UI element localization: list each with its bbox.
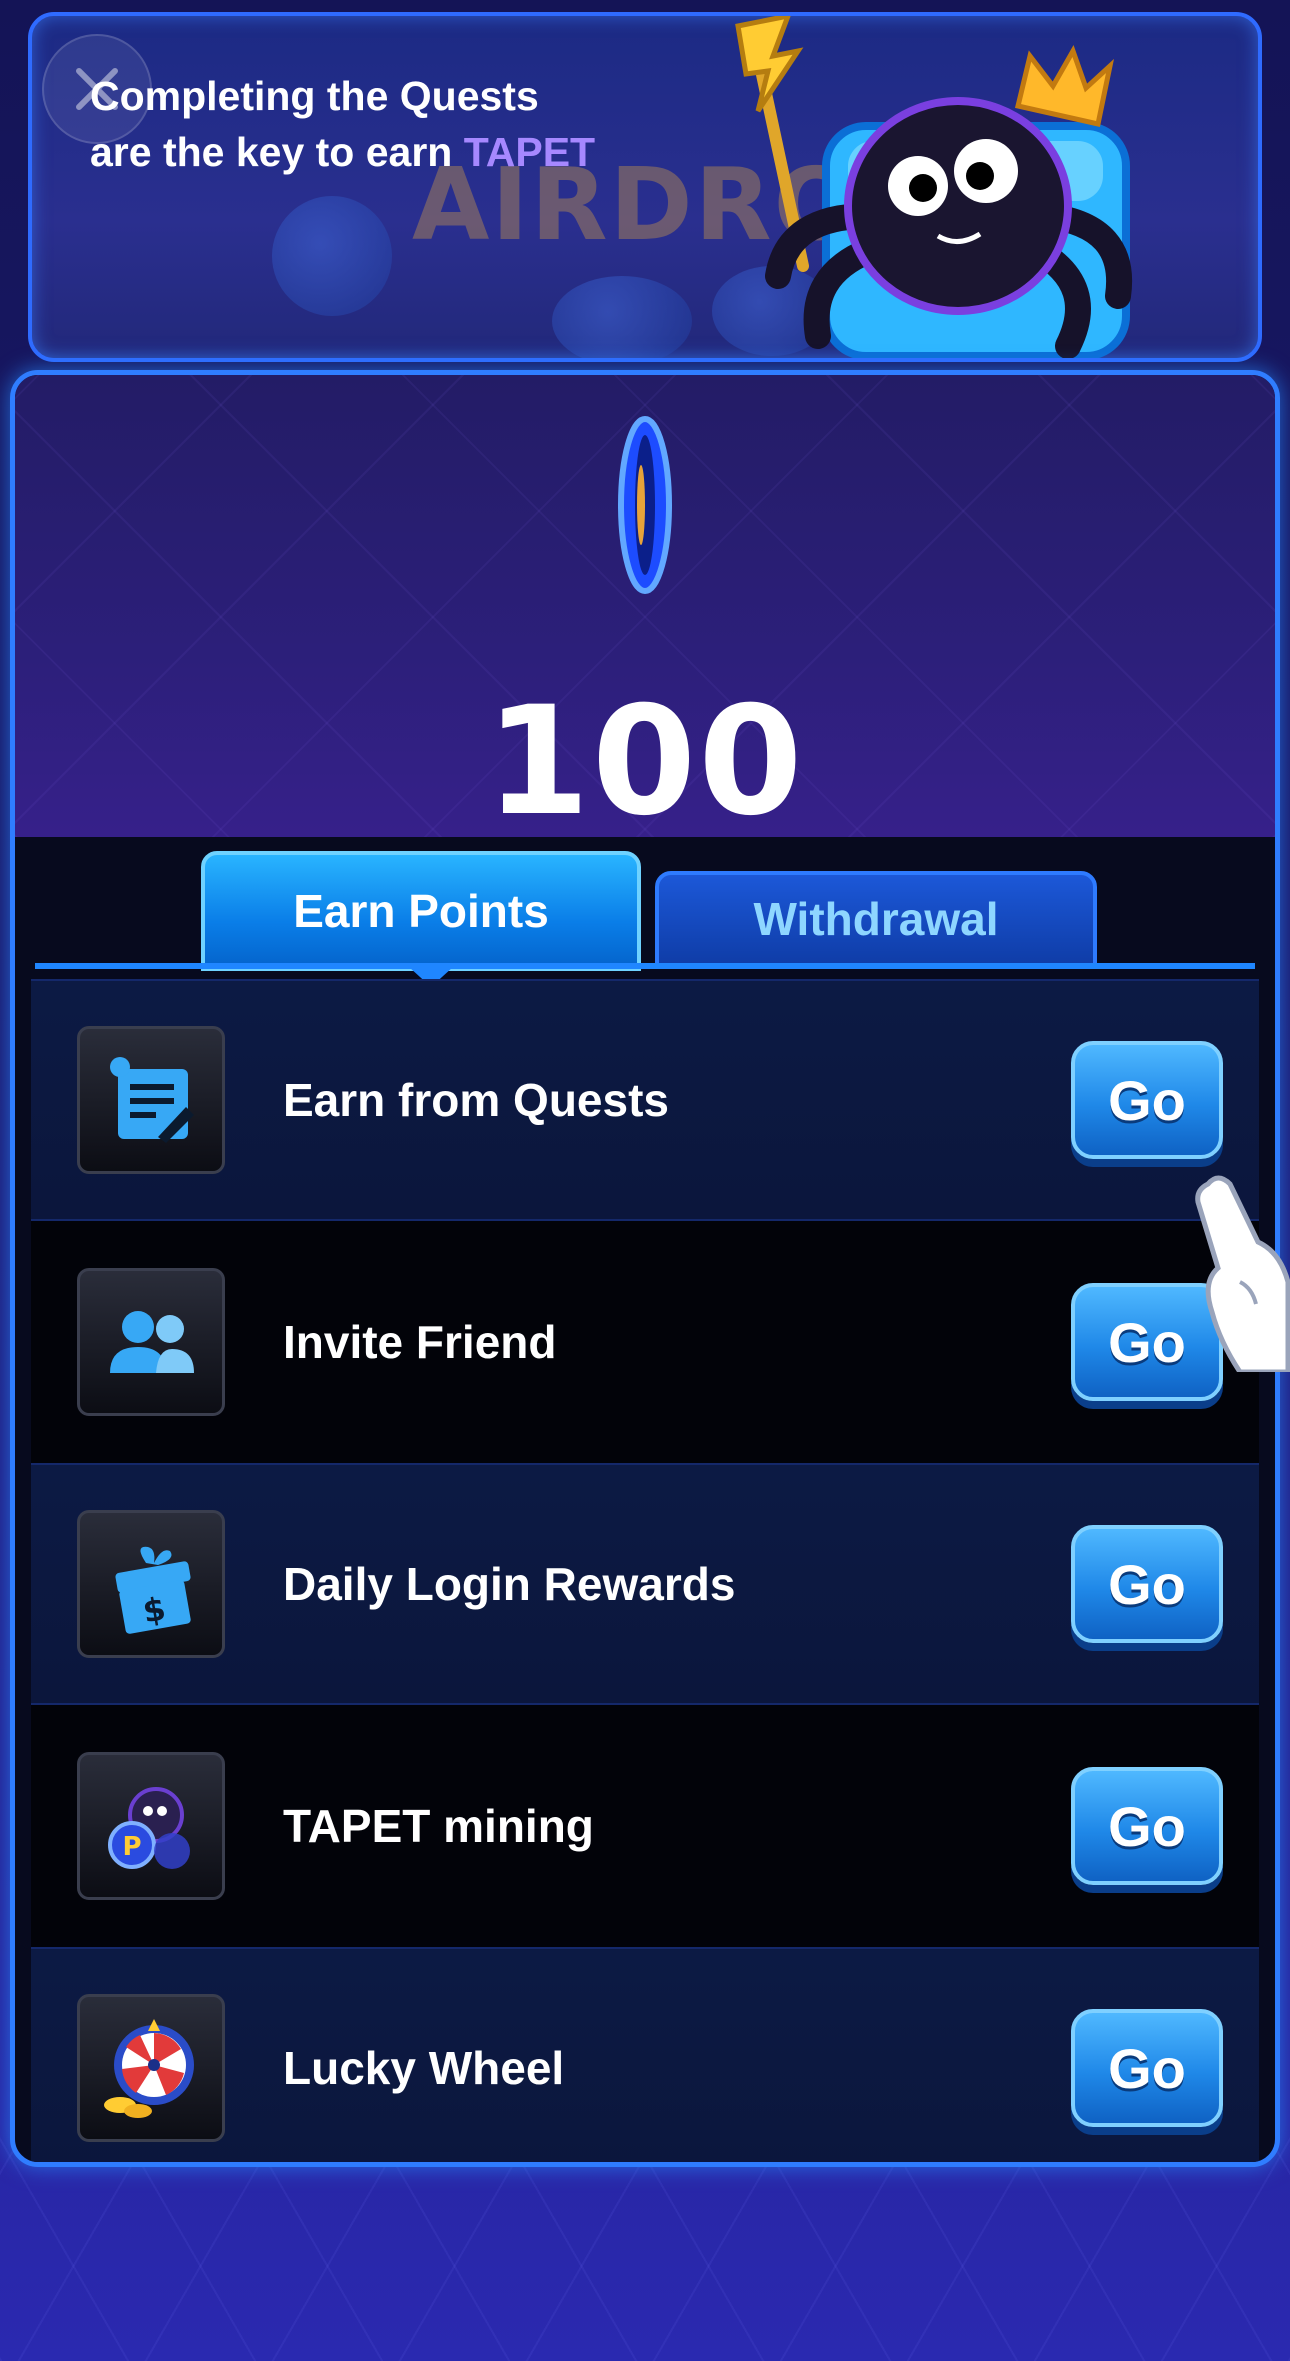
icon-frame: $	[77, 1510, 225, 1658]
list-item: Invite Friend Go	[31, 1221, 1259, 1463]
points-balance: 100	[485, 675, 805, 849]
pointing-hand-icon	[1195, 1175, 1290, 1372]
lucky-wheel-icon	[104, 2019, 194, 2118]
quest-label: Daily Login Rewards	[283, 1558, 736, 1610]
banner-line2-text: are the key to earn	[90, 129, 464, 175]
spider-mascot-icon	[735, 16, 1133, 358]
quest-list: Earn from Quests Go Invite Friend Go $ D…	[31, 979, 1259, 2162]
points-panel: 100 Earn Points Withdrawal Earn from Que…	[10, 370, 1280, 2167]
tab-earn-points[interactable]: Earn Points	[201, 851, 641, 971]
quest-label: Lucky Wheel	[283, 2042, 565, 2094]
go-button-earn-from-quests[interactable]: Go	[1071, 1041, 1223, 1159]
banner-line1: Completing the Quests	[90, 73, 539, 119]
quest-label: TAPET mining	[283, 1800, 594, 1852]
go-button-daily-login-rewards[interactable]: Go	[1071, 1525, 1223, 1643]
svg-text:P: P	[122, 1832, 141, 1862]
quest-label: Earn from Quests	[283, 1074, 669, 1126]
list-item: Earn from Quests Go	[31, 979, 1259, 1221]
token-name: TAPET	[463, 129, 596, 175]
spider-coin-icon: P	[108, 1787, 190, 1869]
airdrop-banner: AIRDRO Completing the Quests are the key…	[28, 12, 1262, 362]
coin-deco	[552, 276, 692, 358]
banner-message: Completing the Quests are the key to ear…	[90, 68, 650, 180]
list-item: P TAPET mining Go	[31, 1705, 1259, 1947]
quest-note-icon	[110, 1057, 194, 1143]
banner-line2: are the key to earn TAPET	[90, 124, 650, 180]
tapet-coin-icon	[618, 416, 672, 594]
icon-frame: P	[77, 1752, 225, 1900]
friends-icon	[110, 1311, 194, 1373]
icon-frame	[77, 1026, 225, 1174]
gift-dollar-icon: $	[115, 1546, 191, 1634]
tab-underline	[35, 963, 1255, 969]
list-item: $ Daily Login Rewards Go	[31, 1463, 1259, 1705]
score-area: 100	[15, 375, 1275, 849]
icon-frame	[77, 1994, 225, 2142]
tab-withdrawal[interactable]: Withdrawal	[655, 871, 1097, 967]
go-button-lucky-wheel[interactable]: Go	[1071, 2009, 1223, 2127]
quest-label: Invite Friend	[283, 1316, 557, 1368]
list-item: Lucky Wheel Go	[31, 1947, 1259, 2162]
icon-frame	[77, 1268, 225, 1416]
go-button-tapet-mining[interactable]: Go	[1071, 1767, 1223, 1885]
coin-deco	[272, 196, 392, 316]
tab-bar: Earn Points Withdrawal	[15, 837, 1275, 971]
